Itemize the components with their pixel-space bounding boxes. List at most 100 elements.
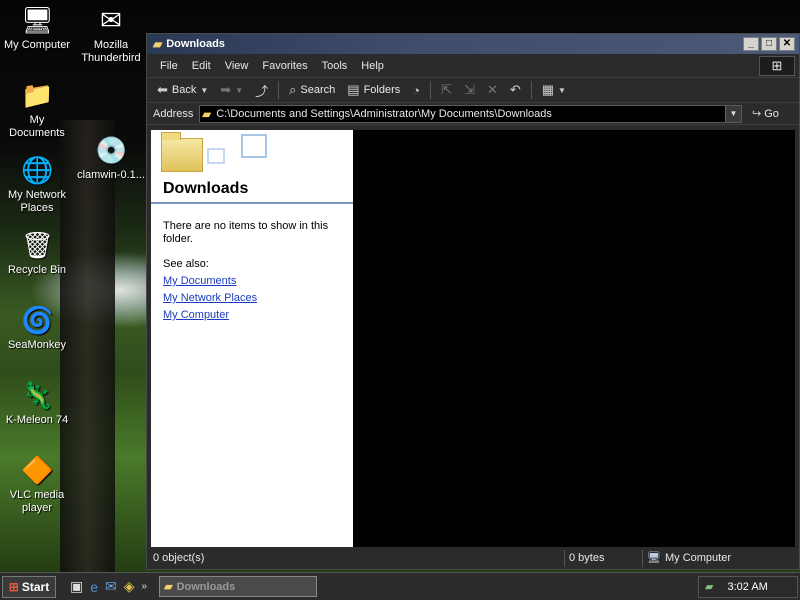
- up-folder-icon: ⤴: [255, 83, 269, 99]
- decorative-square: [241, 134, 267, 158]
- outlook-express-icon[interactable]: ✉: [105, 578, 117, 595]
- desktop-icon-my-documents[interactable]: 📁 My Documents: [0, 79, 74, 140]
- chevron-down-icon: ▼: [200, 85, 209, 95]
- recycle-bin-icon: 🗑: [21, 230, 55, 260]
- close-button[interactable]: ✕: [779, 37, 795, 51]
- address-value: C:\Documents and Settings\Administrator\…: [216, 107, 552, 120]
- desktop-icon-label: My Documents: [9, 114, 65, 139]
- desktop-icon-label: Recycle Bin: [7, 264, 67, 276]
- window-titlebar[interactable]: ▰ Downloads _ □ ✕: [147, 34, 799, 54]
- maximize-button[interactable]: □: [761, 37, 777, 51]
- forward-button[interactable]: ➡ ▼: [216, 82, 247, 98]
- folders-button[interactable]: ▤ Folders: [343, 82, 404, 98]
- window-title: Downloads: [166, 38, 225, 50]
- menu-help[interactable]: Help: [354, 60, 391, 72]
- media-icon[interactable]: ◈: [124, 578, 135, 595]
- desktop-icon-thunderbird[interactable]: ✉ Mozilla Thunderbird: [74, 4, 148, 65]
- toolbar-separator: [430, 81, 432, 99]
- desktop-icon-recycle-bin[interactable]: 🗑 Recycle Bin: [0, 229, 74, 277]
- desktop-icon-label: VLC media player: [9, 489, 65, 514]
- folder-icon: ▰: [202, 106, 212, 121]
- desktop-icon-label: clamwin-0.1...: [77, 169, 145, 181]
- thunderbird-icon: ✉: [100, 5, 122, 35]
- kmeleon-icon: 🦎: [21, 380, 54, 410]
- folder-icon: ▰: [164, 581, 173, 593]
- network-places-icon: 🌐: [21, 155, 54, 185]
- desktop-icon-label: My Computer: [3, 39, 71, 51]
- standard-toolbar: ⬅ Back ▼ ➡ ▼ ⤴ ⌕ Search ▤ Folders ◔ ⇱ ⇲: [147, 78, 799, 103]
- menu-view[interactable]: View: [218, 60, 256, 72]
- copy-to-button[interactable]: ⇲: [460, 82, 479, 98]
- forward-arrow-icon: ➡: [220, 82, 232, 97]
- explorer-window: ▰ Downloads _ □ ✕ File Edit View Favorit…: [146, 33, 800, 570]
- taskbar-button-label: Downloads: [176, 580, 236, 593]
- minimize-button[interactable]: _: [743, 37, 759, 51]
- my-documents-icon: 📁: [21, 80, 54, 110]
- back-label: Back: [171, 84, 197, 96]
- start-label: Start: [21, 579, 50, 594]
- network-tray-icon[interactable]: ▰: [705, 580, 713, 593]
- link-my-network-places[interactable]: My Network Places: [163, 292, 341, 305]
- chevron-down-icon: ▼: [235, 85, 244, 95]
- status-zone-label: My Computer: [664, 552, 731, 564]
- copy-to-icon: ⇲: [464, 82, 475, 97]
- quick-launch-overflow-icon[interactable]: »: [142, 581, 148, 592]
- address-input[interactable]: ▰ C:\Documents and Settings\Administrato…: [199, 104, 742, 123]
- desktop-icon-network-places[interactable]: 🌐 My Network Places: [0, 154, 74, 215]
- desktop-icon-kmeleon[interactable]: 🦎 K-Meleon 74: [0, 379, 74, 427]
- history-button[interactable]: ◔: [408, 83, 424, 98]
- history-icon: ◔: [412, 82, 421, 98]
- folders-label: Folders: [363, 84, 401, 96]
- seamonkey-icon: 🌀: [21, 305, 54, 335]
- my-computer-icon: 🖥: [647, 552, 661, 564]
- search-label: Search: [300, 84, 336, 96]
- installer-icon: 💿: [95, 135, 128, 165]
- link-my-documents[interactable]: My Documents: [163, 275, 341, 288]
- desktop-icon-seamonkey[interactable]: 🌀 SeaMonkey: [0, 304, 74, 352]
- folder-content-area[interactable]: Downloads There are no items to show in …: [151, 130, 795, 547]
- taskbar-button-downloads[interactable]: ▰ Downloads: [159, 576, 318, 597]
- undo-icon: ↶: [509, 82, 521, 97]
- show-desktop-icon[interactable]: ▣: [70, 578, 83, 595]
- start-button[interactable]: ⊞ Start: [2, 575, 56, 598]
- address-label: Address: [153, 107, 194, 120]
- views-button[interactable]: ▦ ▼: [538, 82, 570, 98]
- menu-favorites[interactable]: Favorites: [255, 60, 314, 72]
- back-arrow-icon: ⬅: [157, 82, 168, 97]
- link-my-computer[interactable]: My Computer: [163, 309, 341, 322]
- go-arrow-icon: ↪: [752, 108, 762, 120]
- menu-file[interactable]: File: [153, 60, 185, 72]
- large-folder-icon: [161, 132, 203, 172]
- address-bar: Address ▰ C:\Documents and Settings\Admi…: [147, 103, 799, 125]
- address-dropdown-button[interactable]: ▼: [725, 105, 741, 122]
- status-object-count: 0 object(s): [151, 550, 565, 567]
- undo-button[interactable]: ↶: [506, 82, 525, 98]
- task-pane-title: Downloads: [163, 180, 249, 197]
- my-computer-icon: 🖥: [21, 5, 55, 35]
- search-icon: ⌕: [289, 82, 297, 97]
- chevron-down-icon: ▼: [558, 85, 566, 95]
- desktop-icon-my-computer[interactable]: 🖥 My Computer: [0, 4, 74, 52]
- desktop-icon-clamwin[interactable]: 💿 clamwin-0.1...: [74, 134, 148, 182]
- up-folder-button[interactable]: ⤴: [251, 81, 272, 100]
- window-controls: _ □ ✕: [743, 37, 799, 51]
- taskbar: ⊞ Start ▣ e ✉ ◈ » ▰ Downloads ▰ 3:02 AM: [0, 572, 800, 600]
- quick-launch: ▣ e ✉ ◈ »: [70, 578, 147, 595]
- back-button[interactable]: ⬅ Back ▼: [153, 82, 212, 98]
- views-icon: ▦: [541, 82, 555, 97]
- menu-edit[interactable]: Edit: [185, 60, 218, 72]
- menu-tools[interactable]: Tools: [315, 60, 355, 72]
- go-button[interactable]: ↪ Go: [752, 107, 779, 121]
- internet-explorer-icon[interactable]: e: [90, 579, 98, 595]
- desktop-icon-vlc[interactable]: 🔶 VLC media player: [0, 454, 74, 515]
- move-to-button[interactable]: ⇱: [437, 82, 456, 98]
- status-bar: 0 object(s) 0 bytes 🖥 My Computer: [151, 549, 795, 568]
- empty-folder-message: There are no items to show in this folde…: [163, 220, 329, 245]
- task-pane-header: Downloads: [151, 130, 353, 204]
- windows-logo-icon: ⊞: [759, 56, 795, 76]
- clock[interactable]: 3:02 AM: [727, 581, 767, 593]
- delete-icon: ✕: [486, 82, 498, 97]
- search-button[interactable]: ⌕ Search: [285, 82, 339, 98]
- desktop-icon-label: K-Meleon 74: [5, 414, 69, 426]
- delete-button[interactable]: ✕: [483, 82, 502, 98]
